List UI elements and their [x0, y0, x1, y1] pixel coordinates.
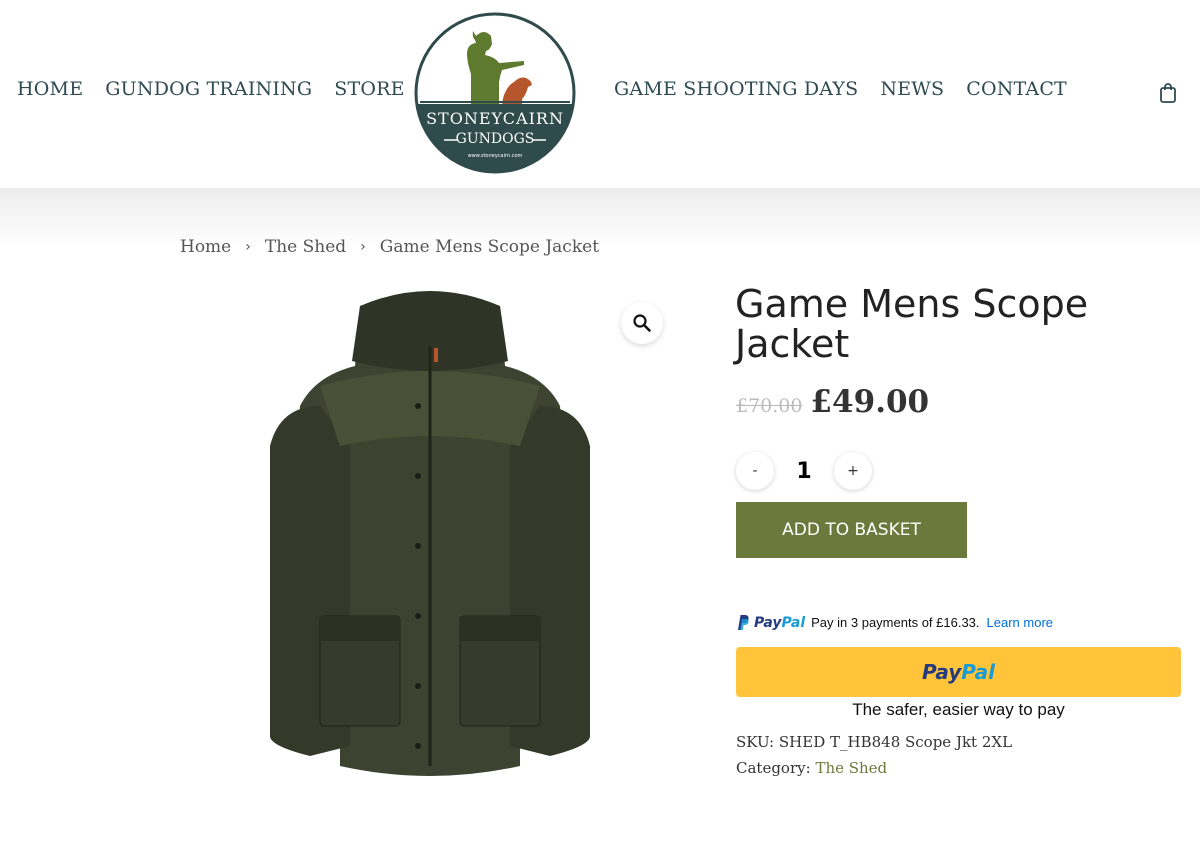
breadcrumb-current: Game Mens Scope Jacket	[379, 237, 600, 257]
paypal-p-icon	[738, 615, 749, 630]
zoom-button[interactable]	[621, 302, 663, 344]
quantity-stepper: - +	[736, 452, 872, 490]
breadcrumb: Home › The Shed › Game Mens Scope Jacket	[180, 237, 599, 257]
sku-value: SHED T_HB848 Scope Jkt 2XL	[778, 733, 1013, 751]
quantity-increase-button[interactable]: +	[834, 452, 872, 490]
quantity-decrease-button[interactable]: -	[736, 452, 774, 490]
breadcrumb-home[interactable]: Home	[180, 237, 231, 257]
logo-text-line1: STONEYCAIRN	[426, 109, 564, 128]
breadcrumb-separator: ›	[245, 239, 251, 255]
nav-store[interactable]: STORE	[334, 78, 404, 100]
category-link[interactable]: The Shed	[815, 759, 887, 777]
price-original: £70.00	[736, 395, 803, 417]
main-nav-right: GAME SHOOTING DAYS NEWS CONTACT	[614, 78, 1089, 100]
nav-home[interactable]: HOME	[17, 78, 83, 100]
paypal-button-pal: Pal	[961, 660, 996, 684]
product-sku: SKU: SHED T_HB848 Scope Jkt 2XL	[736, 733, 1012, 751]
nav-news[interactable]: NEWS	[880, 78, 944, 100]
category-label: Category:	[736, 759, 811, 777]
paypal-checkout-button[interactable]: Pay Pal	[736, 647, 1181, 697]
site-logo[interactable]: STONEYCAIRN GUNDOGS www.stoneycairn.com	[414, 12, 576, 174]
logo-url-text: www.stoneycairn.com	[468, 153, 523, 159]
site-header: HOME GUNDOG TRAINING STORE STONEYCAIRN G…	[0, 0, 1200, 188]
product-image[interactable]	[250, 286, 610, 786]
product-category: Category: The Shed	[736, 759, 887, 777]
nav-contact[interactable]: CONTACT	[966, 78, 1067, 100]
paypal-wordmark: PayPal	[754, 614, 806, 631]
main-nav-left: HOME GUNDOG TRAINING STORE	[17, 78, 427, 100]
logo-text-line2: GUNDOGS	[456, 131, 535, 147]
paypal-button-pay: Pay	[921, 660, 962, 684]
quantity-input[interactable]	[774, 458, 834, 484]
product-title: Game Mens Scope Jacket	[735, 282, 1089, 366]
paypal-logo: PayPal	[736, 614, 805, 631]
price: £70.00 £49.00	[736, 384, 929, 420]
breadcrumb-separator: ›	[360, 239, 366, 255]
paypal-learn-more-link[interactable]: Learn more	[987, 615, 1053, 630]
paypal-installment-text: Pay in 3 payments of £16.33.	[811, 615, 980, 630]
sku-label: SKU:	[736, 733, 775, 751]
nav-gundog-training[interactable]: GUNDOG TRAINING	[105, 78, 312, 100]
price-sale: £49.00	[810, 384, 930, 420]
add-to-basket-button[interactable]: ADD TO BASKET	[736, 502, 967, 558]
magnifier-icon	[633, 314, 651, 332]
paypal-pay-later-message: PayPal Pay in 3 payments of £16.33. Lear…	[736, 614, 1053, 631]
breadcrumb-the-shed[interactable]: The Shed	[265, 237, 346, 257]
paypal-tagline: The safer, easier way to pay	[852, 700, 1065, 719]
shopping-bag-icon[interactable]	[1158, 82, 1178, 104]
nav-game-shooting-days[interactable]: GAME SHOOTING DAYS	[614, 78, 858, 100]
